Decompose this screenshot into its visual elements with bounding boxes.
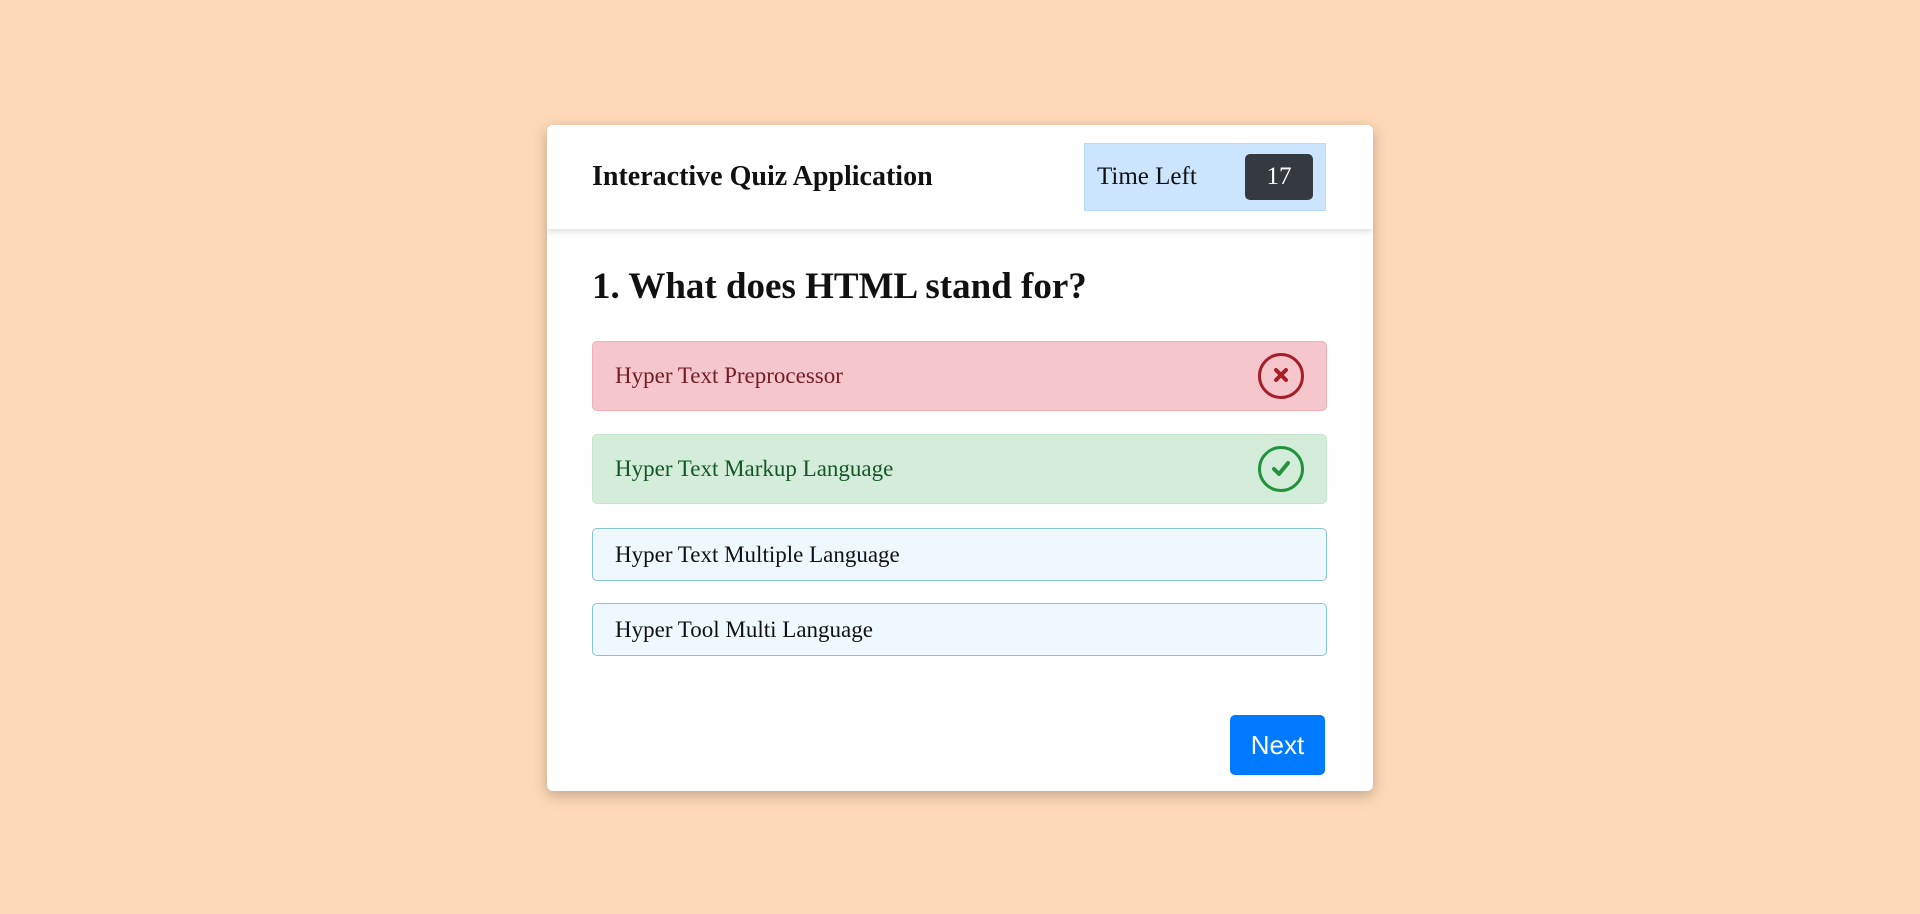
tick-icon <box>1258 446 1304 492</box>
timer-seconds: 17 <box>1245 154 1313 200</box>
option-item[interactable]: Hyper Text Multiple Language <box>592 528 1327 581</box>
question-text: 1. What does HTML stand for? <box>592 266 1087 307</box>
cross-icon <box>1258 353 1304 399</box>
timer-label: Time Left <box>1097 163 1197 190</box>
quiz-header: Interactive Quiz Application Time Left 1… <box>547 125 1373 229</box>
quiz-box: Interactive Quiz Application Time Left 1… <box>547 125 1373 791</box>
option-incorrect[interactable]: Hyper Text Preprocessor <box>592 341 1327 411</box>
option-label: Hyper Text Preprocessor <box>615 363 843 388</box>
next-button[interactable]: Next <box>1230 715 1325 775</box>
option-item[interactable]: Hyper Tool Multi Language <box>592 603 1327 656</box>
option-label: Hyper Tool Multi Language <box>615 617 873 642</box>
timer: Time Left 17 <box>1084 143 1326 211</box>
option-label: Hyper Text Multiple Language <box>615 542 900 567</box>
option-correct[interactable]: Hyper Text Markup Language <box>592 434 1327 504</box>
option-label: Hyper Text Markup Language <box>615 456 894 481</box>
app-title: Interactive Quiz Application <box>592 161 933 192</box>
